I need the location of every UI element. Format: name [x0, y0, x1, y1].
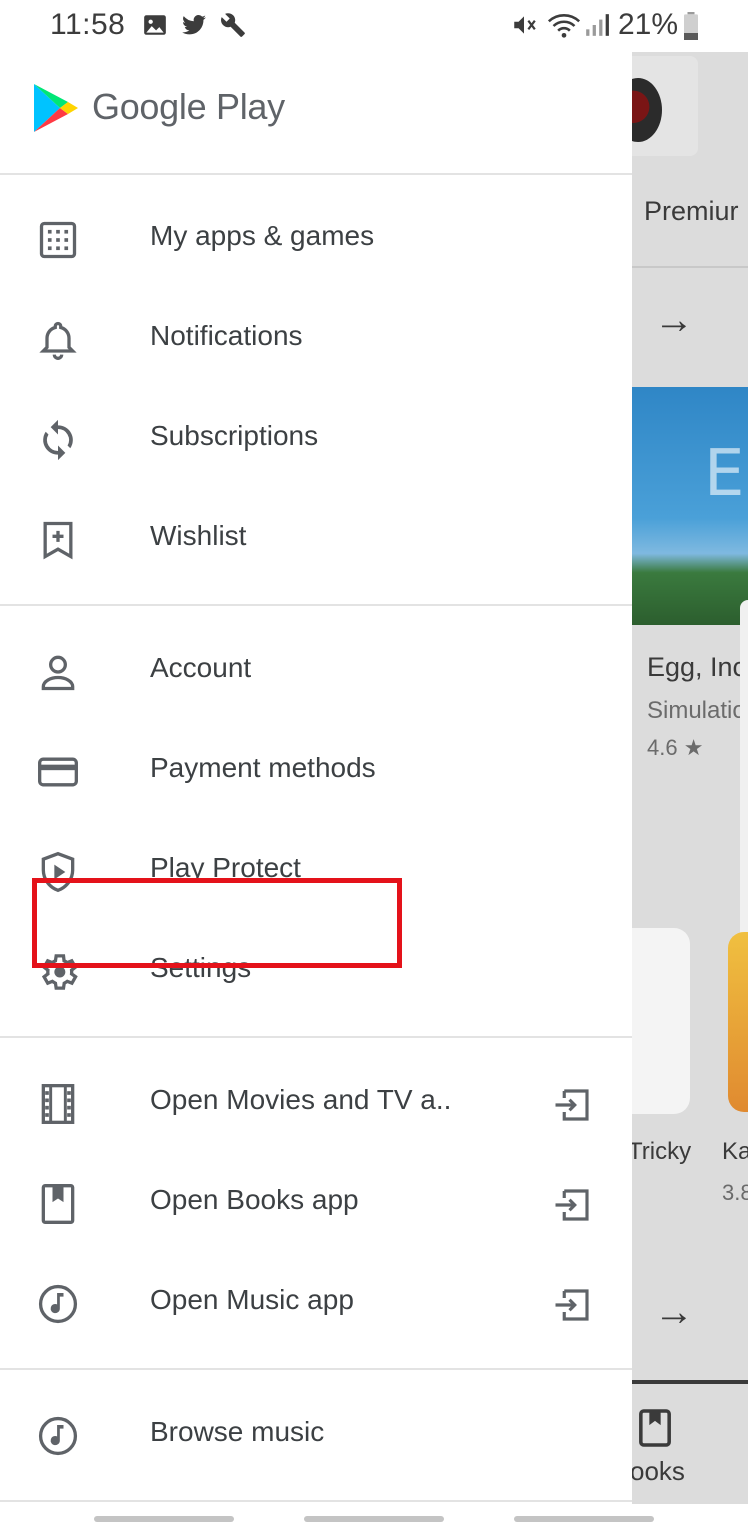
gear-icon [41, 954, 78, 990]
book-icon [639, 1409, 671, 1447]
twitter-icon [182, 15, 206, 35]
open-app-icon [555, 1189, 589, 1221]
nav-item-open-movies[interactable]: Open Movies and TV a.. [0, 1054, 632, 1154]
bg-banner: EG [632, 387, 748, 625]
nav-item-open-books[interactable]: Open Books app [0, 1154, 632, 1254]
bg-app-icon [728, 932, 748, 1112]
wrench-icon [221, 13, 245, 37]
image-icon [144, 15, 166, 35]
mute-icon [514, 16, 536, 34]
bg-app-label: Ka [722, 1138, 748, 1165]
google-play-logo-icon [34, 84, 78, 132]
avatar-card [632, 56, 698, 156]
nav-item-play-protect[interactable]: Play Protect [0, 822, 632, 922]
refresh-icon [43, 419, 73, 461]
background-scrim[interactable]: Premiur → EG Egg, Inc Simulatio 4.6 ★ Tr… [632, 52, 748, 1504]
nav-item-label: Payment methods [150, 752, 376, 783]
divider [0, 173, 632, 175]
nav-item-account[interactable]: Account [0, 622, 632, 722]
nav-item-label: Subscriptions [150, 420, 319, 451]
back-button[interactable] [514, 1516, 654, 1522]
divider [0, 1500, 632, 1502]
recents-button[interactable] [94, 1516, 234, 1522]
status-bar: 11:58 21% [0, 0, 748, 52]
nav-item-label: Browse music [150, 1416, 325, 1447]
nav-item-wishlist[interactable]: Wishlist [0, 490, 632, 590]
bg-divider [632, 266, 748, 268]
home-button[interactable] [304, 1516, 444, 1522]
bg-tab-premium: Premiur [644, 196, 739, 226]
nav-item-browse-music[interactable]: Browse music [0, 1386, 632, 1486]
bookmark-add-icon [43, 521, 73, 560]
divider [0, 604, 632, 606]
credit-card-icon [38, 757, 78, 787]
nav-item-label: Play Protect [150, 852, 301, 883]
battery-percent: 21% [618, 8, 679, 41]
bg-app-rating: 3.8 [722, 1180, 748, 1205]
avatar [632, 78, 662, 142]
bg-featured-rating: 4.6 ★ [647, 735, 704, 760]
nav-item-label: Notifications [150, 320, 303, 351]
nav-item-notifications[interactable]: Notifications [0, 290, 632, 390]
nav-item-label: Account [150, 652, 252, 683]
nav-item-label: Settings [150, 952, 252, 983]
navigation-drawer: Google Play My apps & games Notification… [0, 52, 632, 1504]
music-icon [38, 1416, 78, 1456]
bg-banner-text: EG [704, 437, 748, 511]
drawer-title: Google Play [92, 86, 285, 127]
bg-app-icon [632, 928, 690, 1114]
bell-icon [39, 321, 77, 360]
open-app-icon [555, 1289, 589, 1321]
nav-item-label: Wishlist [150, 520, 247, 551]
wifi-icon [547, 14, 581, 38]
divider [0, 1368, 632, 1370]
open-app-icon [555, 1089, 589, 1121]
nav-item-settings[interactable]: Settings [0, 922, 632, 1022]
person-icon [41, 655, 75, 691]
shield-play-icon [41, 851, 75, 893]
status-time: 11:58 [50, 8, 126, 41]
signal-icon [586, 14, 609, 36]
nav-item-label: My apps & games [150, 220, 375, 251]
system-nav-bar [0, 1504, 748, 1536]
bg-featured-category: Simulatio [647, 697, 746, 724]
nav-item-payment-methods[interactable]: Payment methods [0, 722, 632, 822]
bg-books-label: ooks [632, 1456, 685, 1486]
music-icon [38, 1284, 78, 1324]
nav-item-my-apps-games[interactable]: My apps & games [0, 190, 632, 290]
nav-item-subscriptions[interactable]: Subscriptions [0, 390, 632, 490]
bg-app-label: Tricky [632, 1138, 692, 1165]
book-icon [41, 1184, 75, 1224]
divider [0, 1036, 632, 1038]
apps-grid-icon [39, 221, 77, 259]
film-icon [41, 1084, 75, 1124]
nav-item-label: Open Movies and TV a.. [150, 1084, 452, 1115]
bg-featured-title: Egg, Inc [647, 652, 747, 682]
arrow-right-icon: → [654, 298, 694, 342]
nav-item-open-music[interactable]: Open Music app [0, 1254, 632, 1354]
bg-side-card [740, 600, 748, 940]
drawer-header: Google Play [0, 52, 632, 174]
battery-icon [684, 12, 698, 40]
nav-item-label: Open Music app [150, 1284, 354, 1315]
bg-bottomnav-line [632, 1380, 748, 1384]
nav-item-label: Open Books app [150, 1184, 359, 1215]
arrow-right-icon: → [654, 1290, 694, 1334]
